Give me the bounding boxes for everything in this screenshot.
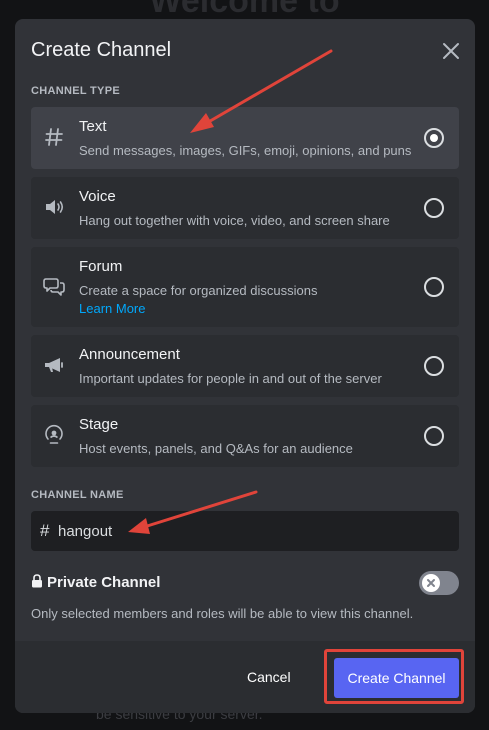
speaker-icon — [43, 196, 65, 218]
option-description: Send messages, images, GIFs, emoji, opin… — [79, 143, 412, 158]
channel-type-option-voice[interactable]: Voice Hang out together with voice, vide… — [31, 177, 459, 239]
option-title: Stage — [79, 416, 119, 433]
option-radio[interactable] — [424, 128, 444, 148]
megaphone-icon — [43, 354, 65, 376]
channel-name-label: CHANNEL NAME — [31, 489, 124, 501]
option-title: Forum — [79, 258, 123, 275]
channel-type-option-forum[interactable]: Forum Create a space for organized discu… — [31, 247, 459, 327]
option-description: Important updates for people in and out … — [79, 371, 382, 386]
background-title: Welcome to — [149, 0, 340, 20]
option-description: Hang out together with voice, video, and… — [79, 213, 390, 228]
x-icon — [427, 579, 435, 587]
close-button[interactable] — [439, 39, 463, 63]
stage-icon — [43, 424, 65, 446]
channel-type-option-text[interactable]: Text Send messages, images, GIFs, emoji,… — [31, 107, 459, 169]
option-title: Text — [79, 118, 107, 135]
private-channel-toggle[interactable] — [419, 571, 459, 595]
option-description: Host events, panels, and Q&As for an aud… — [79, 441, 353, 456]
cancel-button[interactable]: Cancel — [247, 669, 291, 685]
option-radio[interactable] — [424, 198, 444, 218]
option-description: Create a space for organized discussions — [79, 283, 318, 298]
close-icon — [443, 43, 459, 59]
option-radio[interactable] — [424, 356, 444, 376]
private-channel-label: Private Channel — [31, 574, 160, 592]
private-channel-description: Only selected members and roles will be … — [31, 606, 414, 621]
channel-type-option-stage[interactable]: Stage Host events, panels, and Q&As for … — [31, 405, 459, 467]
modal-title: Create Channel — [31, 39, 172, 61]
option-title: Voice — [79, 188, 116, 205]
learn-more-link[interactable]: Learn More — [79, 301, 145, 316]
channel-name-field[interactable]: # — [31, 511, 459, 551]
option-radio[interactable] — [424, 277, 444, 297]
channel-name-input[interactable] — [58, 511, 438, 551]
channel-type-label: CHANNEL TYPE — [31, 85, 120, 97]
option-title: Announcement — [79, 346, 180, 363]
option-radio[interactable] — [424, 426, 444, 446]
toggle-knob — [422, 574, 440, 592]
forum-icon — [43, 275, 65, 297]
lock-icon — [31, 574, 43, 592]
create-channel-modal: Create Channel CHANNEL TYPE Text Send me… — [15, 19, 475, 713]
hash-icon — [43, 126, 65, 148]
private-channel-text: Private Channel — [47, 574, 161, 591]
hash-icon: # — [40, 521, 50, 540]
create-channel-button[interactable]: Create Channel — [334, 658, 459, 698]
channel-type-option-announcement[interactable]: Announcement Important updates for peopl… — [31, 335, 459, 397]
